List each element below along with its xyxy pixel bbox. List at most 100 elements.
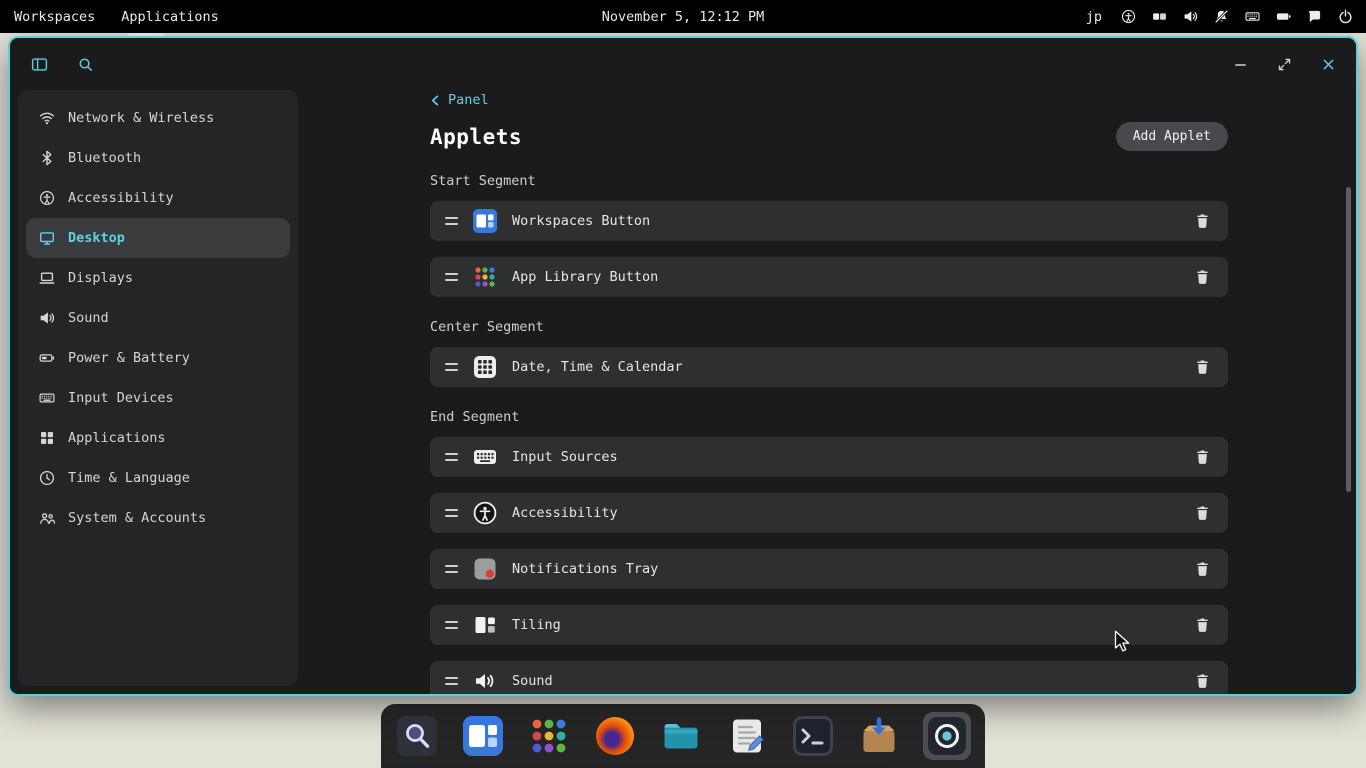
tiling-applet-icon bbox=[473, 613, 497, 637]
sidebar-item-desktop[interactable]: Desktop bbox=[26, 218, 290, 258]
sidebar-item-label: Time & Language bbox=[68, 470, 190, 486]
wifi-icon bbox=[39, 110, 55, 126]
apps-grid-icon bbox=[39, 430, 55, 446]
chat-icon[interactable] bbox=[1301, 4, 1327, 30]
applets-page: Panel Applets Add Applet Start Segment W… bbox=[430, 90, 1228, 694]
window-controls bbox=[1230, 54, 1338, 74]
clock-icon bbox=[39, 470, 55, 486]
back-to-panel-link[interactable]: Panel bbox=[430, 90, 489, 110]
applet-row-notifications-tray: Notifications Tray bbox=[430, 549, 1228, 589]
applet-label: Date, Time & Calendar bbox=[512, 359, 683, 375]
applet-row-sound: Sound bbox=[430, 661, 1228, 694]
maximize-button[interactable] bbox=[1274, 54, 1294, 74]
add-applet-button[interactable]: Add Applet bbox=[1115, 122, 1228, 151]
sound-icon bbox=[39, 310, 55, 326]
drag-handle-icon[interactable] bbox=[445, 565, 458, 573]
notifications-disabled-icon[interactable] bbox=[1208, 4, 1234, 30]
drag-handle-icon[interactable] bbox=[445, 509, 458, 517]
sidebar-item-input-devices[interactable]: Input Devices bbox=[26, 378, 290, 418]
drag-handle-icon[interactable] bbox=[445, 621, 458, 629]
battery-icon bbox=[39, 350, 55, 366]
firefox-icon[interactable] bbox=[593, 714, 637, 758]
notifications-tray-applet-icon bbox=[473, 557, 497, 581]
section-label-center-segment: Center Segment bbox=[430, 319, 544, 335]
applet-row-workspaces-button: Workspaces Button bbox=[430, 201, 1228, 241]
desktop-icon bbox=[39, 230, 55, 246]
sidebar-item-label: Accessibility bbox=[68, 190, 174, 206]
applet-label: Sound bbox=[512, 673, 553, 689]
back-link-label: Panel bbox=[448, 92, 489, 108]
scrollbar[interactable] bbox=[1346, 187, 1351, 492]
trash-icon[interactable] bbox=[1191, 356, 1213, 378]
sidebar-item-network-wireless[interactable]: Network & Wireless bbox=[26, 98, 290, 138]
app-library-icon[interactable] bbox=[527, 714, 571, 758]
chevron-left-icon bbox=[430, 95, 441, 106]
sidebar-item-label: Power & Battery bbox=[68, 350, 190, 366]
trash-icon[interactable] bbox=[1191, 558, 1213, 580]
applet-label: Notifications Tray bbox=[512, 561, 659, 577]
trash-icon[interactable] bbox=[1191, 502, 1213, 524]
sound-icon[interactable] bbox=[1177, 4, 1203, 30]
sidebar-item-applications[interactable]: Applications bbox=[26, 418, 290, 458]
trash-icon[interactable] bbox=[1191, 266, 1213, 288]
workspaces-app-icon[interactable] bbox=[461, 714, 505, 758]
trash-icon[interactable] bbox=[1191, 670, 1213, 692]
sidebar-item-bluetooth[interactable]: Bluetooth bbox=[26, 138, 290, 178]
sidebar-item-accessibility[interactable]: Accessibility bbox=[26, 178, 290, 218]
sidebar-item-label: Bluetooth bbox=[68, 150, 142, 166]
minimize-button[interactable] bbox=[1230, 54, 1250, 74]
window-tiling-icon[interactable] bbox=[1146, 4, 1172, 30]
battery-icon[interactable] bbox=[1270, 4, 1296, 30]
store-icon[interactable] bbox=[857, 714, 901, 758]
launcher-icon[interactable] bbox=[395, 714, 439, 758]
keyboard-icon bbox=[39, 390, 55, 406]
bluetooth-icon bbox=[39, 150, 55, 166]
trash-icon[interactable] bbox=[1191, 614, 1213, 636]
sidebar-item-label: Network & Wireless bbox=[68, 110, 215, 126]
sidebar-item-label: Desktop bbox=[68, 230, 125, 246]
drag-handle-icon[interactable] bbox=[445, 677, 458, 685]
section-label-end-segment: End Segment bbox=[430, 409, 520, 425]
workspaces-button[interactable]: Workspaces bbox=[6, 4, 103, 30]
sidebar-item-power-battery[interactable]: Power & Battery bbox=[26, 338, 290, 378]
clock-button[interactable]: November 5, 12:12 PM bbox=[592, 4, 775, 30]
keyboard-icon[interactable] bbox=[1239, 4, 1265, 30]
applet-row-tiling: Tiling bbox=[430, 605, 1228, 645]
trash-icon[interactable] bbox=[1191, 210, 1213, 232]
drag-handle-icon[interactable] bbox=[445, 453, 458, 461]
applet-label: App Library Button bbox=[512, 269, 659, 285]
sidebar-item-system-accounts[interactable]: System & Accounts bbox=[26, 498, 290, 538]
sidebar-item-time-language[interactable]: Time & Language bbox=[26, 458, 290, 498]
titlebar[interactable] bbox=[10, 38, 1356, 90]
sidebar-toggle-icon[interactable] bbox=[28, 53, 50, 75]
terminal-icon[interactable] bbox=[791, 714, 835, 758]
titlebar-left-icons bbox=[28, 53, 96, 75]
dock bbox=[381, 704, 985, 768]
drag-handle-icon[interactable] bbox=[445, 217, 458, 225]
text-editor-icon[interactable] bbox=[725, 714, 769, 758]
firefox-logo bbox=[596, 717, 634, 755]
applications-button[interactable]: Applications bbox=[113, 4, 227, 30]
applet-row-date-time-calendar: Date, Time & Calendar bbox=[430, 347, 1228, 387]
sound-applet-icon bbox=[473, 669, 497, 693]
sidebar-item-displays[interactable]: Displays bbox=[26, 258, 290, 298]
search-icon[interactable] bbox=[74, 53, 96, 75]
settings-window: Network & Wireless Bluetooth Accessibili… bbox=[8, 36, 1358, 696]
sidebar-item-sound[interactable]: Sound bbox=[26, 298, 290, 338]
applet-label: Accessibility bbox=[512, 505, 618, 521]
applet-label: Tiling bbox=[512, 617, 561, 633]
power-icon[interactable] bbox=[1332, 4, 1358, 30]
input-source-indicator[interactable]: jp bbox=[1078, 4, 1110, 30]
accessibility-icon[interactable] bbox=[1115, 4, 1141, 30]
drag-handle-icon[interactable] bbox=[445, 273, 458, 281]
settings-icon[interactable] bbox=[923, 712, 971, 760]
files-icon[interactable] bbox=[659, 714, 703, 758]
close-button[interactable] bbox=[1318, 54, 1338, 74]
applet-row-app-library-button: App Library Button bbox=[430, 257, 1228, 297]
calendar-applet-icon bbox=[473, 355, 497, 379]
workspaces-applet-icon bbox=[473, 209, 497, 233]
users-icon bbox=[39, 510, 55, 526]
sidebar-item-label: System & Accounts bbox=[68, 510, 207, 526]
drag-handle-icon[interactable] bbox=[445, 363, 458, 371]
trash-icon[interactable] bbox=[1191, 446, 1213, 468]
